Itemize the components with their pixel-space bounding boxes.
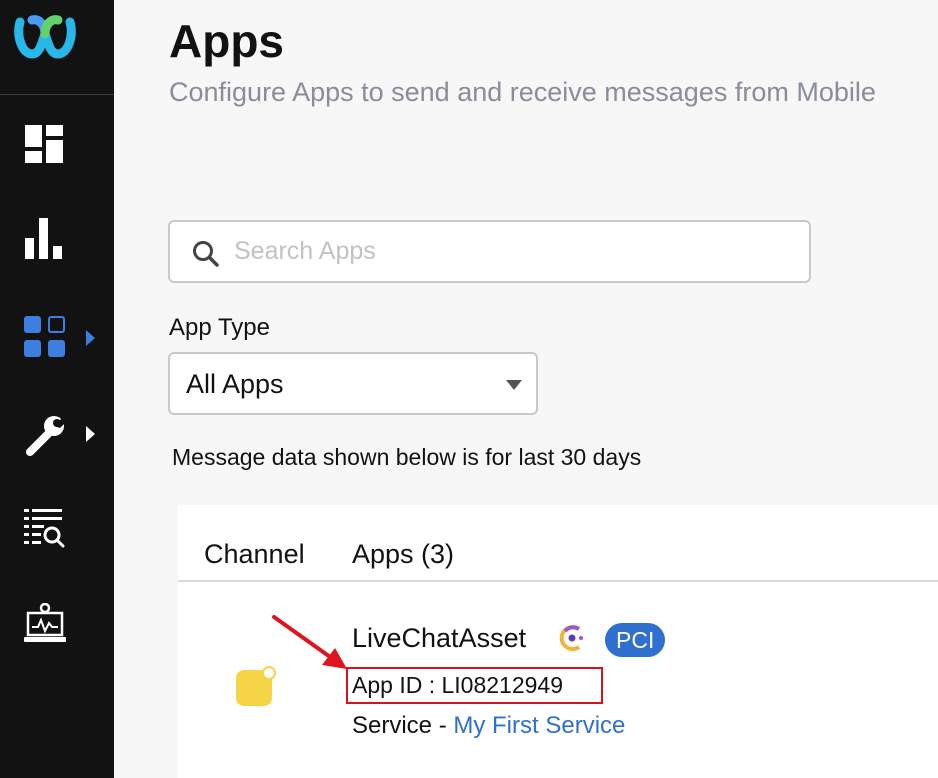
dashboard-icon[interactable] [25, 125, 63, 168]
chevron-down-icon [506, 380, 522, 390]
sidebar-divider [0, 94, 114, 95]
column-header-channel[interactable]: Channel [204, 539, 305, 570]
search-box[interactable] [168, 220, 811, 283]
page-subtitle: Configure Apps to send and receive messa… [169, 77, 876, 107]
search-input[interactable] [234, 222, 794, 281]
search-icon [193, 241, 219, 267]
column-header-apps[interactable]: Apps (3) [352, 539, 454, 570]
tools-submenu-arrow-icon[interactable] [86, 426, 95, 442]
page-title: Apps [169, 15, 284, 67]
service-link[interactable]: My First Service [453, 712, 625, 739]
reports-search-icon[interactable] [24, 508, 66, 553]
channel-status-dot [262, 666, 276, 680]
webex-logo-icon[interactable] [14, 12, 76, 65]
analytics-icon[interactable] [24, 218, 64, 265]
apps-table: Channel Apps (3) LiveChatAsset PCI App I… [178, 505, 938, 778]
app-type-label: App Type [169, 314, 270, 341]
service-label: Service - [352, 712, 454, 739]
app-name[interactable]: LiveChatAsset [352, 623, 526, 654]
apps-submenu-arrow-icon[interactable] [86, 330, 95, 346]
service-row: Service - My First Service [352, 712, 625, 740]
app-type-selected-value: All Apps [186, 369, 284, 399]
sidebar [0, 0, 114, 778]
app-type-select[interactable]: All Apps [168, 352, 538, 415]
app-id: App ID : LI08212949 [352, 672, 563, 698]
header-divider [178, 580, 938, 582]
apps-icon[interactable] [24, 316, 66, 363]
main-content: Apps Configure Apps to send and receive … [114, 0, 938, 778]
message-data-note: Message data shown below is for last 30 … [172, 444, 642, 470]
pci-badge: PCI [605, 623, 666, 657]
tools-icon[interactable] [24, 414, 66, 461]
monitor-icon[interactable] [24, 602, 66, 650]
brand-logo-icon [559, 625, 583, 651]
